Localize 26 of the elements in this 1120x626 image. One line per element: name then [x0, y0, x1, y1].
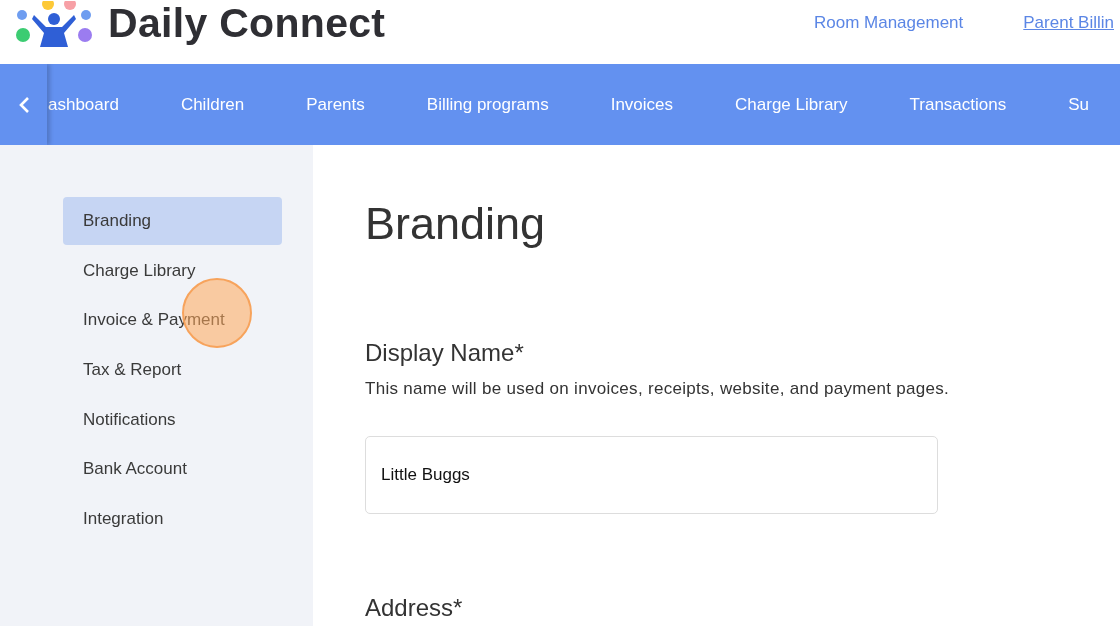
section-title: Address*: [365, 594, 464, 624]
nav-tab[interactable]: Su: [1037, 91, 1120, 118]
sidebar-item[interactable]: Integration: [63, 494, 282, 543]
section-title: Display Name*: [365, 339, 525, 368]
sidebar-item[interactable]: Invoice & Payment: [63, 296, 282, 345]
section-description: This name will be used on invoices, receipts, website, and payment pages.: [365, 377, 951, 400]
nav-link[interactable]: Room Management: [813, 10, 964, 36]
collapse-button[interactable]: [0, 64, 47, 145]
nav-tab[interactable]: Invoices: [579, 91, 705, 118]
nav-tab[interactable]: ashboard: [48, 91, 150, 118]
nav-tab[interactable]: Children: [149, 91, 276, 118]
nav-tab[interactable]: Parents: [275, 91, 396, 118]
chevron-left-icon: [17, 95, 30, 114]
sidebar-item[interactable]: Charge Library: [63, 246, 282, 295]
app-title: Daily Connect: [108, 0, 386, 49]
sidebar-item[interactable]: Tax & Report: [63, 345, 282, 394]
input-field[interactable]: Little Buggs: [365, 436, 938, 515]
nav-tab[interactable]: Charge Library: [704, 91, 879, 118]
logo-icon: [16, 1, 92, 49]
sidebar-item[interactable]: Branding: [63, 197, 282, 245]
sidebar-item[interactable]: Notifications: [63, 395, 282, 444]
nav-tab[interactable]: Billing programs: [395, 91, 580, 118]
sidebar-item[interactable]: Bank Account: [63, 444, 282, 493]
page-heading: Branding: [365, 197, 547, 251]
nav-tab[interactable]: Transactions: [878, 91, 1038, 118]
nav-link[interactable]: Parent Billin: [1023, 10, 1114, 36]
